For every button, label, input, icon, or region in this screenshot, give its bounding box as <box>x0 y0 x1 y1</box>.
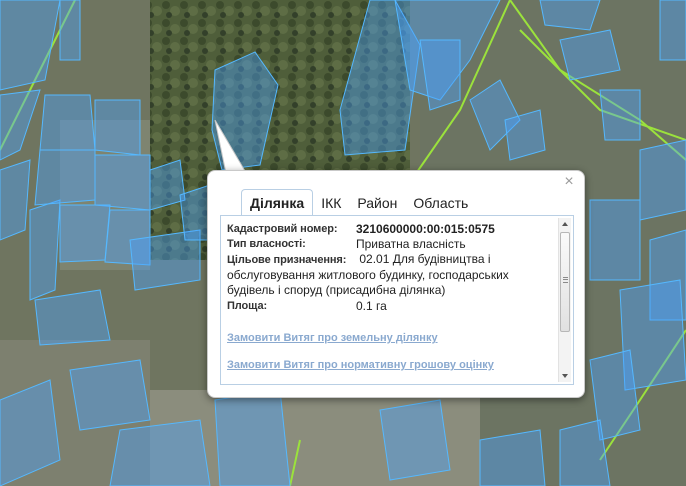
popup-tabs: Ділянка ІКК Район Область <box>241 189 476 216</box>
area-value: 0.1 га <box>356 299 387 313</box>
area-label: Площа: <box>227 300 268 312</box>
ownership-row: Тип власності: Приватна власність <box>227 237 555 251</box>
order-valuation-extract-link[interactable]: Замовити Витяг про нормативну грошову оц… <box>227 359 555 371</box>
tab-region[interactable]: Область <box>405 191 476 215</box>
area-row: Площа: 0.1 га <box>227 299 555 313</box>
cadastral-number-label: Кадастровий номер: <box>227 223 338 235</box>
cadastral-number-row: Кадастровий номер: 3210600000:00:015:057… <box>227 222 555 236</box>
tab-parcel[interactable]: Ділянка <box>241 189 314 216</box>
ownership-value: Приватна власність <box>356 237 466 251</box>
tab-ikk[interactable]: ІКК <box>313 191 349 215</box>
parcel-info-popup: × Ділянка ІКК Район Область Кадастровий … <box>207 170 585 398</box>
grip-icon <box>563 277 568 283</box>
purpose-label: Цільове призначення: <box>227 254 347 266</box>
scroll-down-arrow-icon[interactable] <box>562 374 568 378</box>
cadastral-number-value: 3210600000:00:015:0575 <box>356 222 495 236</box>
purpose-text: Цільове призначення: 02.01 Для будівницт… <box>227 252 555 298</box>
ownership-label: Тип власності: <box>227 238 306 250</box>
panel-scrollbar[interactable] <box>558 218 571 382</box>
scroll-thumb[interactable] <box>560 232 570 332</box>
tab-district[interactable]: Район <box>349 191 405 215</box>
close-icon[interactable]: × <box>562 174 576 190</box>
parcel-details-panel: Кадастровий номер: 3210600000:00:015:057… <box>220 215 574 385</box>
order-land-extract-link[interactable]: Замовити Витяг про земельну ділянку <box>227 332 555 344</box>
scroll-up-arrow-icon[interactable] <box>562 222 568 226</box>
purpose-row: Цільове призначення: 02.01 Для будівницт… <box>227 252 555 298</box>
